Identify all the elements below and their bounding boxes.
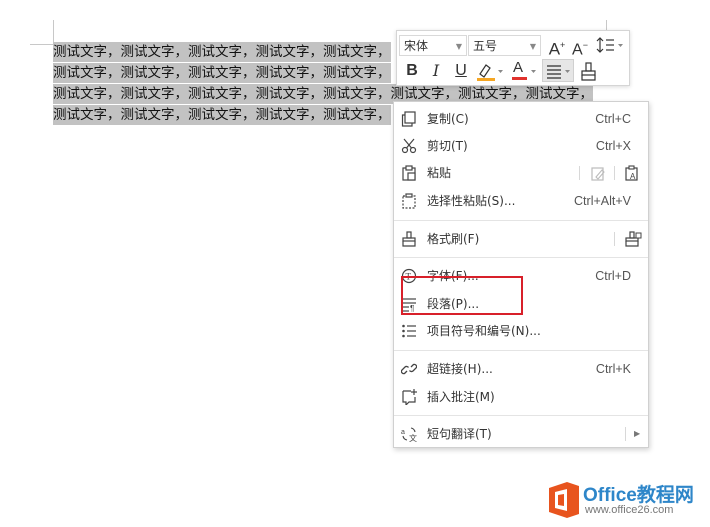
- italic-button[interactable]: I: [425, 60, 447, 82]
- menu-separator: [394, 415, 648, 416]
- menu-item-label: 超链接(H)...: [427, 362, 493, 376]
- line-spacing-icon: [596, 37, 623, 53]
- translate-icon: a 文: [401, 427, 417, 442]
- context-menu: 复制(C) Ctrl+C 剪切(T) Ctrl+X 粘贴 A 选择性粘贴(S).…: [393, 101, 649, 448]
- watermark: Office教程网 www.office26.com: [545, 480, 705, 522]
- menu-item-label: 选择性粘贴(S)...: [427, 194, 516, 208]
- menu-item-paste[interactable]: 粘贴 A: [394, 160, 648, 186]
- menu-item-shortcut: Ctrl+C: [595, 112, 631, 126]
- svg-text:a: a: [401, 429, 405, 436]
- paste-special-icon: [402, 193, 416, 209]
- page-margin-mark-left-v: [53, 20, 54, 44]
- menu-item-label: 复制(C): [427, 112, 469, 126]
- shrink-font-button[interactable]: A−: [569, 34, 591, 59]
- bold-button[interactable]: B: [401, 60, 423, 82]
- menu-item-label: 段落(P)...: [427, 297, 480, 311]
- watermark-url: www.office26.com: [585, 504, 674, 516]
- divider: [614, 166, 615, 180]
- chevron-right-icon[interactable]: ▶: [634, 421, 640, 447]
- menu-separator: [394, 350, 648, 351]
- grow-font-button[interactable]: A+: [546, 34, 568, 59]
- underline-button[interactable]: U: [450, 60, 472, 82]
- menu-item-paragraph[interactable]: ¶ 段落(P)...: [394, 291, 648, 317]
- menu-item-shortcut: Ctrl+K: [595, 362, 631, 376]
- menu-item-shortcut: Ctrl+Alt+V: [574, 194, 631, 208]
- align-justify-icon: [547, 65, 570, 79]
- mini-toolbar: 宋体 ▼ 五号 ▼ A+ A− B I U A: [396, 30, 630, 86]
- selected-text[interactable]: 测试文字，测试文字，测试文字，测试文字，测试文字，: [53, 63, 391, 83]
- font-name-value: 宋体: [404, 39, 429, 53]
- highlighter-icon: [477, 64, 503, 81]
- scissors-icon: [401, 138, 417, 154]
- brush-lock-icon[interactable]: [624, 231, 642, 247]
- menu-item-label: 项目符号和编号(N)...: [427, 324, 541, 338]
- brush-icon: [402, 231, 416, 247]
- menu-item-bullets-numbering[interactable]: 项目符号和编号(N)...: [394, 318, 648, 344]
- menu-item-label: 短句翻译(T): [427, 427, 492, 441]
- paste-keep-format-icon[interactable]: A: [624, 165, 640, 181]
- page-margin-mark-left-h: [30, 44, 54, 45]
- menu-item-hyperlink[interactable]: 超链接(H)... Ctrl+K: [394, 356, 648, 382]
- selected-text[interactable]: 测试文字，测试文字，测试文字，测试文字，测试文字，: [53, 42, 391, 62]
- menu-separator: [394, 257, 648, 258]
- menu-item-shortcut: Ctrl+X: [595, 139, 631, 153]
- document-line[interactable]: 测试文字，测试文字，测试文字，测试文字，测试文字，: [53, 42, 391, 62]
- chevron-down-icon: ▼: [455, 42, 462, 51]
- menu-item-label: 插入批注(M): [427, 390, 495, 404]
- document-line[interactable]: 测试文字，测试文字，测试文字，测试文字，测试文字，: [53, 105, 391, 125]
- menu-item-insert-comment[interactable]: 插入批注(M): [394, 384, 648, 410]
- format-painter-button[interactable]: [578, 60, 600, 82]
- divider: [579, 166, 580, 180]
- shrink-font-icon: A: [572, 41, 583, 59]
- svg-text:T: T: [406, 272, 412, 282]
- font-size-value: 五号: [473, 39, 498, 53]
- menu-item-translate[interactable]: a 文 短句翻译(T) ▶: [394, 421, 648, 447]
- menu-item-cut[interactable]: 剪切(T) Ctrl+X: [394, 133, 648, 159]
- selected-text[interactable]: 测试文字，测试文字，测试文字，测试文字，测试文字，: [53, 105, 391, 125]
- copy-icon: [401, 111, 416, 127]
- link-icon: [401, 363, 417, 375]
- clipboard-icon: [402, 165, 416, 181]
- svg-text:文: 文: [409, 433, 417, 442]
- watermark-title: Office教程网: [583, 485, 694, 506]
- paragraph-icon: ¶: [402, 298, 416, 312]
- font-name-combo[interactable]: 宋体 ▼: [399, 35, 467, 56]
- menu-item-font[interactable]: T 字体(F)... Ctrl+D: [394, 263, 648, 289]
- divider: [625, 427, 626, 441]
- font-size-combo[interactable]: 五号 ▼: [468, 35, 541, 56]
- office-logo-icon: [549, 482, 579, 518]
- highlight-button[interactable]: [474, 60, 504, 82]
- menu-item-shortcut: Ctrl+D: [595, 269, 631, 283]
- font-color-button[interactable]: A: [509, 59, 539, 82]
- document-line[interactable]: 测试文字，测试文字，测试文字，测试文字，测试文字，: [53, 63, 391, 83]
- font-icon: T: [401, 268, 417, 284]
- menu-item-paste-special[interactable]: 选择性粘贴(S)... Ctrl+Alt+V: [394, 188, 648, 214]
- brush-icon: [581, 62, 596, 81]
- menu-item-label: 剪切(T): [427, 139, 468, 153]
- grow-font-icon: A: [548, 39, 561, 59]
- menu-item-label: 格式刷(F): [427, 232, 480, 246]
- align-button[interactable]: [542, 59, 574, 82]
- chevron-down-icon: ▼: [529, 42, 536, 51]
- bulleted-list-icon: [402, 324, 416, 338]
- comment-add-icon: [402, 389, 417, 405]
- line-spacing-button[interactable]: [595, 34, 625, 56]
- svg-text:¶: ¶: [410, 304, 414, 312]
- menu-item-copy[interactable]: 复制(C) Ctrl+C: [394, 106, 648, 132]
- menu-item-label: 粘贴: [427, 166, 452, 180]
- menu-item-label: 字体(F)...: [427, 269, 479, 283]
- chevron-down-icon: [531, 70, 536, 73]
- paste-text-only-icon[interactable]: [590, 165, 606, 181]
- divider: [614, 232, 615, 246]
- menu-item-format-painter[interactable]: 格式刷(F): [394, 226, 648, 252]
- svg-text:A: A: [630, 172, 636, 181]
- menu-separator: [394, 220, 648, 221]
